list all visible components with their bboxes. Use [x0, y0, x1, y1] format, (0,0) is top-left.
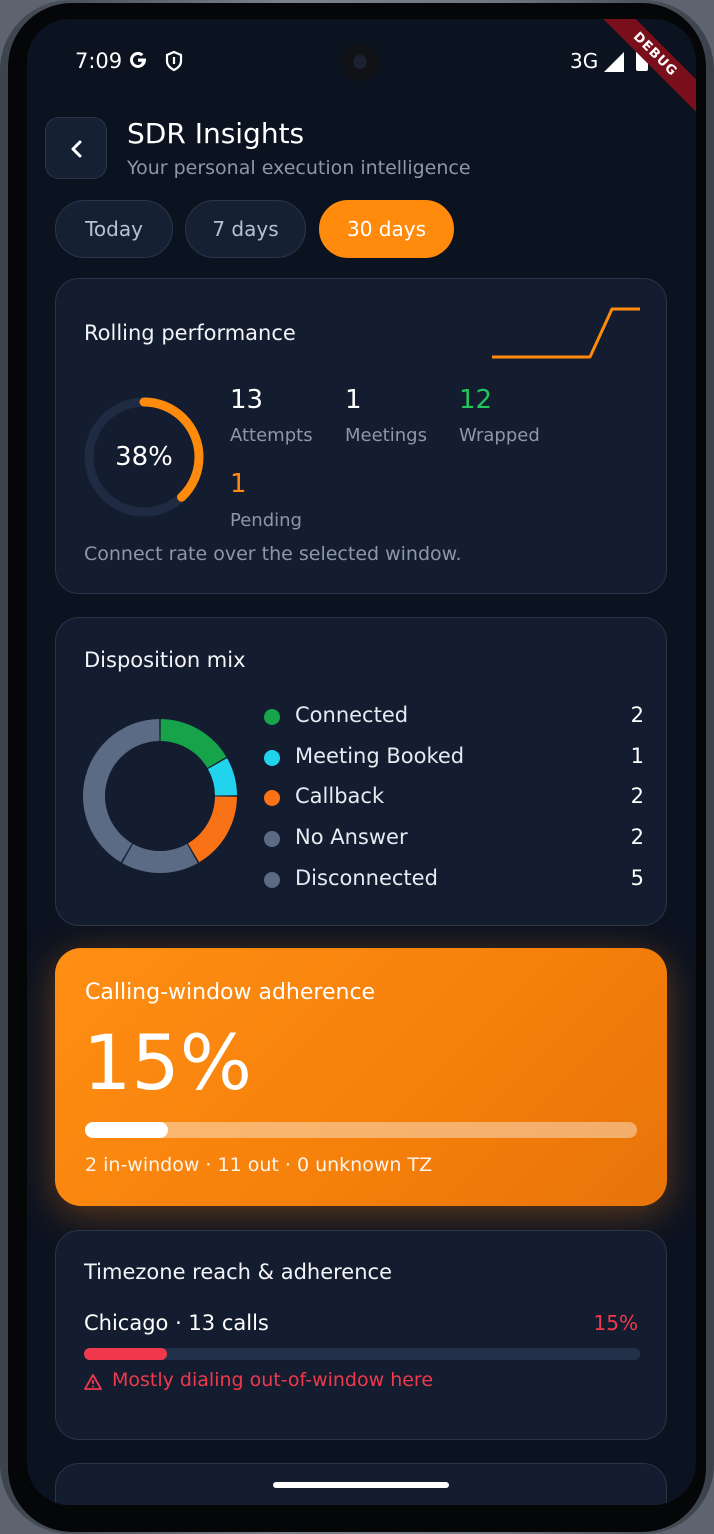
stat-attempts-label: Attempts	[230, 425, 313, 446]
timezone-title: Timezone reach & adherence	[84, 1260, 393, 1284]
donut-slice-no-answer	[122, 843, 198, 874]
legend-row-no-answer: No Answer 2	[264, 824, 644, 854]
status-time: 7:09	[75, 49, 123, 73]
legend-dot	[264, 709, 280, 725]
legend-row-connected: Connected 2	[264, 702, 644, 732]
rolling-title: Rolling performance	[84, 321, 296, 345]
stat-meetings-value: 1	[345, 385, 362, 415]
page-title: SDR Insights	[127, 117, 305, 150]
timezone-city: Chicago · 13 calls	[84, 1311, 269, 1335]
tab-30-days[interactable]: 30 days	[319, 200, 454, 258]
legend-count: 2	[630, 703, 644, 727]
legend-row-meeting-booked: Meeting Booked 1	[264, 743, 644, 773]
legend-label: No Answer	[295, 825, 408, 849]
donut-slice-connected	[160, 719, 227, 769]
adherence-title: Calling-window adherence	[85, 980, 376, 1005]
adherence-progress	[85, 1122, 637, 1138]
chevron-left-icon	[71, 140, 82, 158]
stat-meetings-label: Meetings	[345, 425, 427, 446]
rolling-performance-card: Rolling performance 38% 13 Attempts 1 Me…	[55, 278, 667, 594]
legend-dot	[264, 872, 280, 888]
stat-attempts-value: 13	[230, 385, 264, 415]
legend-dot	[264, 790, 280, 806]
legend-dot	[264, 750, 280, 766]
tab-today[interactable]: Today	[55, 200, 173, 258]
adherence-detail: 2 in-window · 11 out · 0 unknown TZ	[85, 1154, 433, 1176]
donut-slice-disconnected	[82, 719, 160, 863]
legend-label: Disconnected	[295, 866, 438, 890]
tab-7-days[interactable]: 7 days	[185, 200, 306, 258]
back-button[interactable]	[45, 117, 107, 179]
legend-count: 5	[630, 866, 644, 890]
timezone-warning: Mostly dialing out-of-window here	[112, 1369, 434, 1391]
legend-count: 2	[630, 784, 644, 808]
shield-icon	[165, 50, 183, 72]
timezone-card: Timezone reach & adherence Chicago · 13 …	[55, 1230, 667, 1440]
trend-sparkline	[492, 307, 640, 359]
debug-label: DEBUG	[593, 19, 696, 116]
legend-label: Meeting Booked	[295, 744, 465, 768]
legend-label: Connected	[295, 703, 409, 727]
connect-rate-value: 38%	[115, 442, 173, 472]
app-screen: 7:09 3G DEBUG SDR Insights Your personal…	[27, 19, 696, 1505]
rolling-note: Connect rate over the selected window.	[84, 543, 462, 565]
legend-count: 2	[630, 825, 644, 849]
home-indicator[interactable]	[273, 1482, 449, 1488]
adherence-progress-fill	[85, 1122, 168, 1138]
legend-row-disconnected: Disconnected 5	[264, 865, 644, 895]
legend-label: Callback	[295, 784, 385, 808]
phone-frame: 7:09 3G DEBUG SDR Insights Your personal…	[0, 0, 714, 1534]
debug-banner: DEBUG	[586, 19, 696, 129]
adherence-card: Calling-window adherence 15% 2 in-window…	[55, 948, 667, 1206]
stat-pending-value: 1	[230, 469, 247, 499]
legend-row-callback: Callback 2	[264, 783, 644, 813]
phone-bezel: 7:09 3G DEBUG SDR Insights Your personal…	[8, 3, 706, 1532]
stat-pending-label: Pending	[230, 510, 302, 531]
camera-cutout	[341, 43, 379, 81]
timezone-progress	[84, 1348, 640, 1360]
status-bar: 7:09 3G DEBUG	[27, 19, 696, 116]
disposition-donut	[82, 719, 237, 874]
donut-slice-callback	[187, 796, 237, 863]
adherence-value: 15%	[83, 1018, 252, 1107]
page-subtitle: Your personal execution intelligence	[127, 157, 471, 179]
timezone-pct: 15%	[593, 1311, 638, 1335]
disposition-title: Disposition mix	[84, 648, 246, 672]
stat-wrapped-label: Wrapped	[459, 425, 540, 446]
stat-wrapped-value: 12	[459, 385, 493, 415]
google-icon	[130, 51, 146, 68]
warning-icon	[84, 1374, 102, 1390]
timezone-progress-fill	[84, 1348, 168, 1360]
legend-count: 1	[630, 744, 644, 768]
disposition-card: Disposition mix Connected 2 Meeting Book…	[55, 617, 667, 926]
legend-dot	[264, 831, 280, 847]
